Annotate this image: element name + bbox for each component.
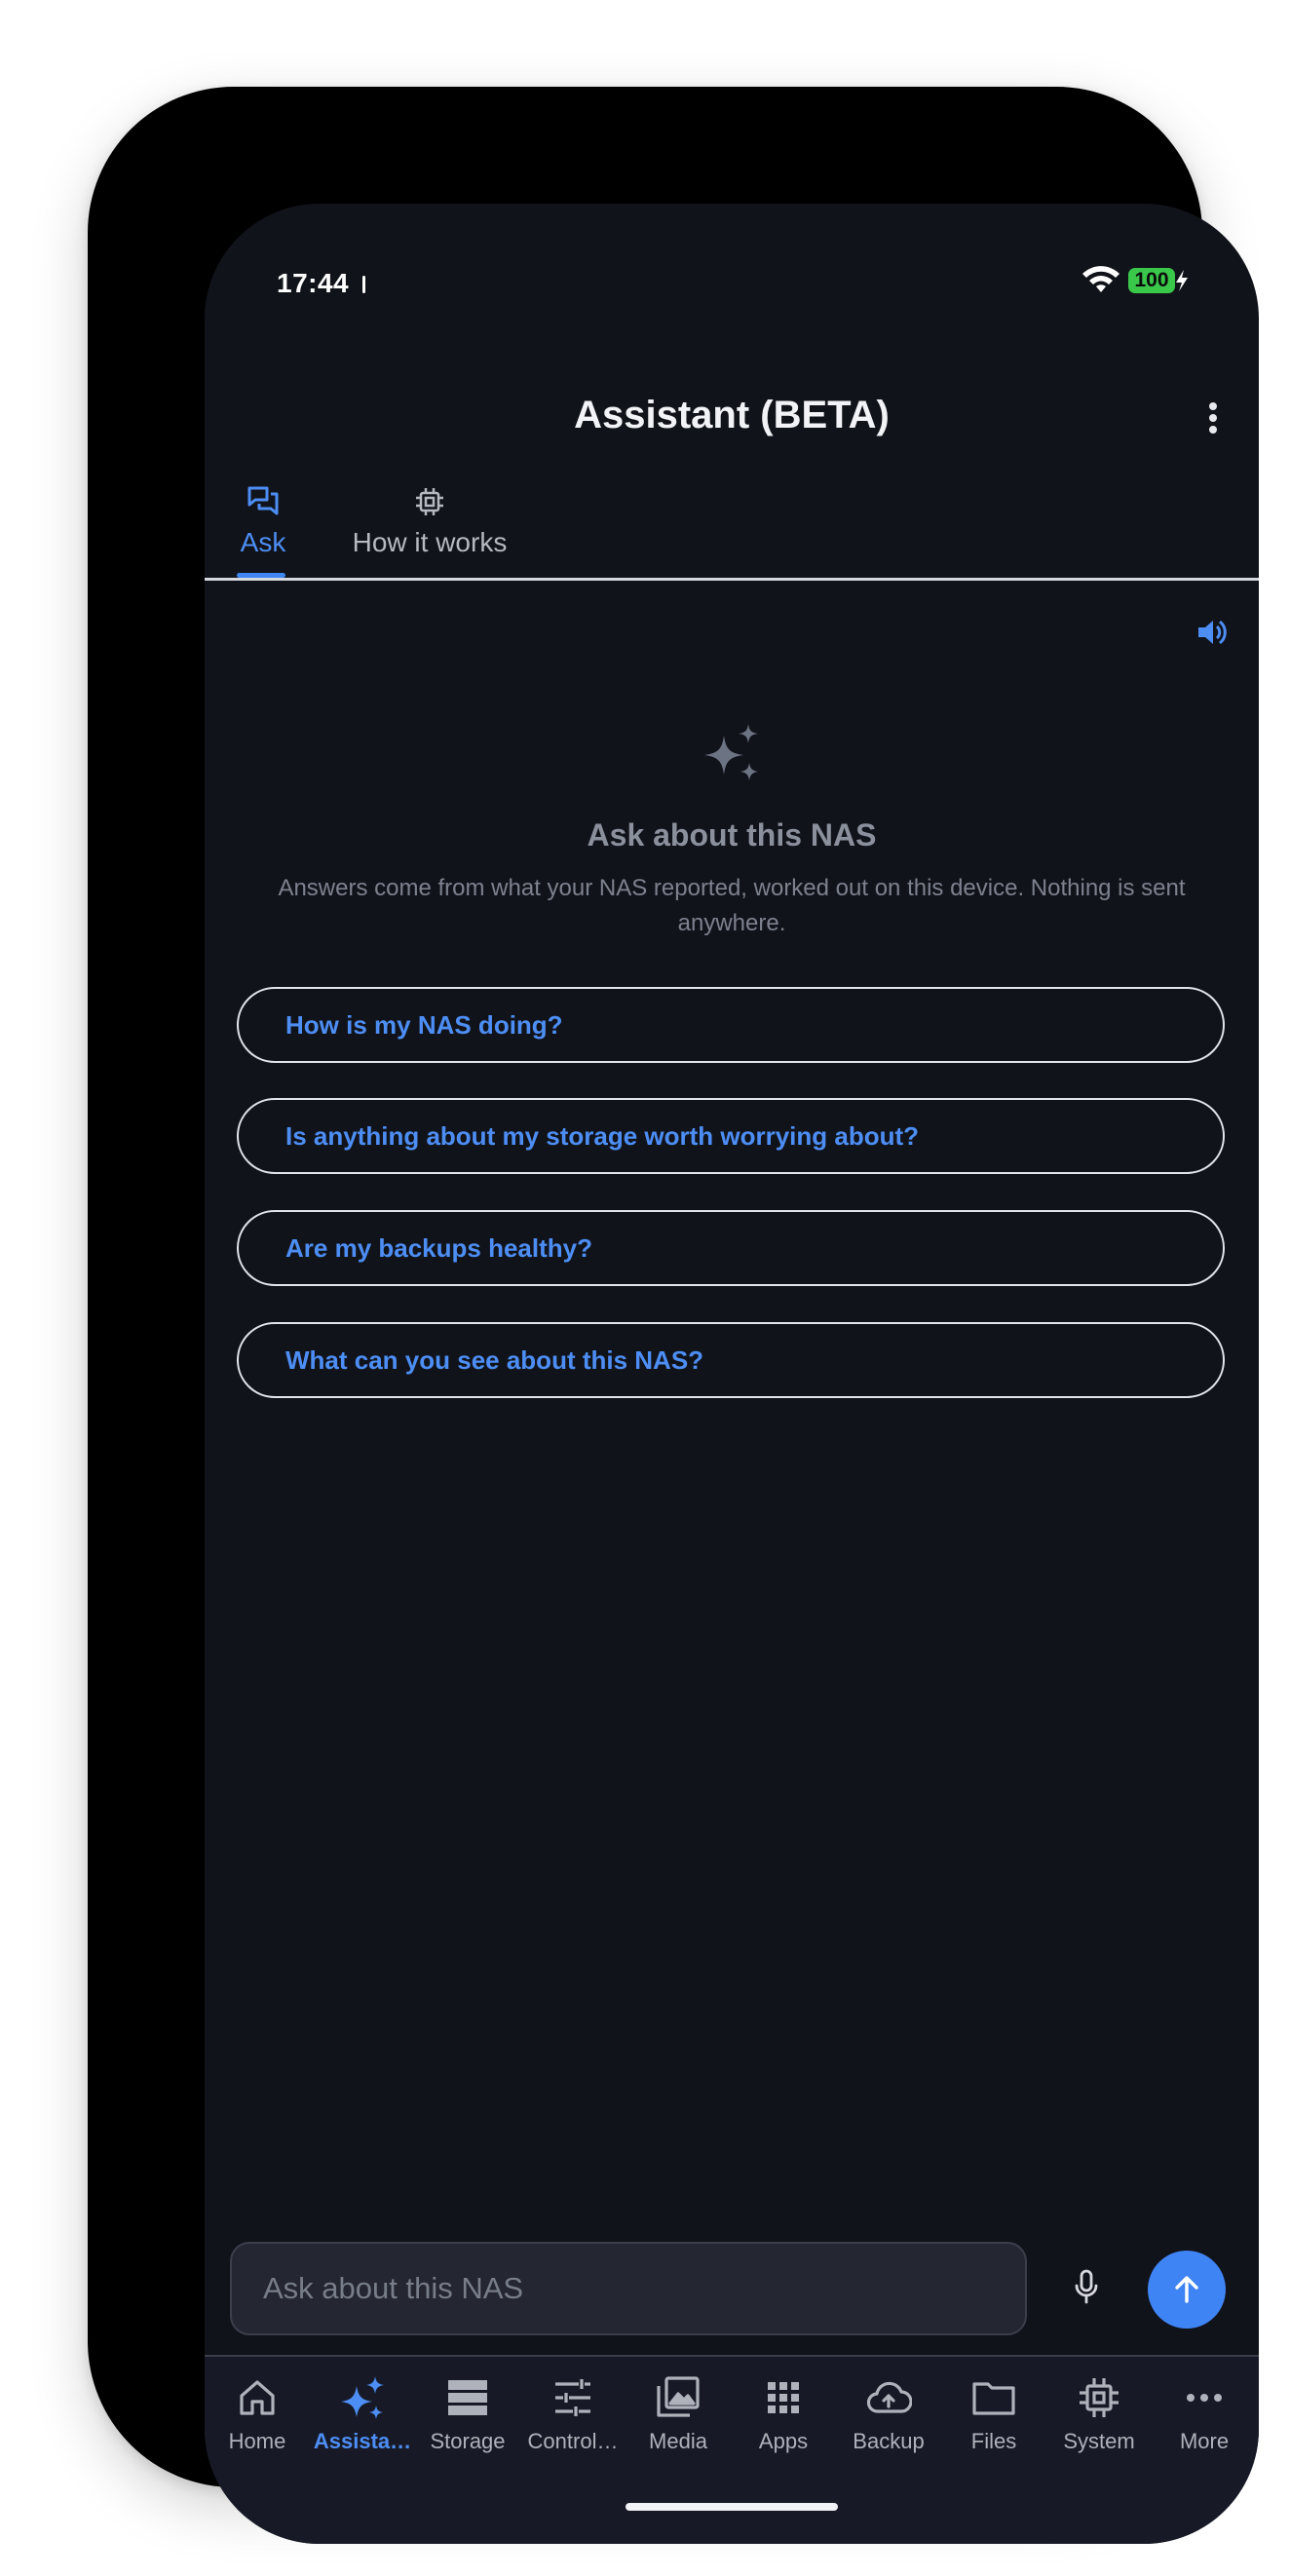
nav-label: Media: [649, 2429, 707, 2453]
sliders-icon: [555, 2379, 590, 2416]
chat-bubbles-icon: [247, 486, 279, 515]
home-indicator[interactable]: [626, 2503, 838, 2511]
nav-item-apps[interactable]: Apps: [731, 2374, 836, 2454]
speaker-icon[interactable]: [1195, 615, 1230, 650]
chip-icon: [416, 488, 443, 515]
voice-input-button[interactable]: [1062, 2263, 1111, 2312]
mic-in-use-indicator: [362, 276, 365, 293]
chip-icon: [1080, 2378, 1119, 2417]
home-icon: [240, 2380, 275, 2415]
page-title: Assistant (BETA): [574, 394, 890, 436]
charging-bolt-icon: [1176, 270, 1188, 291]
send-button[interactable]: [1148, 2251, 1226, 2329]
nav-item-assistant[interactable]: Assista…: [310, 2374, 415, 2454]
nav-label: Storage: [430, 2429, 506, 2453]
nav-label: Apps: [758, 2429, 809, 2453]
apps-grid-icon: [768, 2382, 799, 2413]
status-bar: 17:44 100: [205, 204, 1259, 340]
status-time: 17:44: [277, 268, 350, 298]
tab-how-it-works[interactable]: How it works: [341, 484, 518, 558]
nav-item-storage[interactable]: Storage: [415, 2374, 520, 2454]
tab-label: Ask: [240, 527, 286, 557]
more-dots-icon: [1187, 2394, 1222, 2402]
microphone-icon: [1075, 2269, 1098, 2304]
nav-item-control[interactable]: Control…: [520, 2374, 626, 2454]
sparkle-icon: [704, 724, 758, 780]
more-vert-icon: [1209, 402, 1217, 410]
phone-frame: 17:44 100 Assistant (BETA) Ask How it wo…: [88, 87, 1259, 2544]
nav-label: System: [1063, 2429, 1135, 2453]
photo-library-icon: [657, 2376, 700, 2417]
nav-item-backup[interactable]: Backup: [836, 2374, 941, 2454]
tab-divider: [205, 578, 1259, 581]
app-screen: 17:44 100 Assistant (BETA) Ask How it wo…: [205, 204, 1259, 2544]
sparkle-icon: [341, 2376, 384, 2419]
nav-label: More: [1179, 2429, 1230, 2453]
nav-label: Backup: [853, 2429, 925, 2453]
arrow-up-icon: [1175, 2276, 1198, 2303]
nav-item-files[interactable]: Files: [941, 2374, 1046, 2454]
suggestion-chip[interactable]: How is my NAS doing?: [237, 987, 1225, 1063]
suggestion-chip[interactable]: Are my backups healthy?: [237, 1210, 1225, 1286]
suggestion-chip[interactable]: Is anything about my storage worth worry…: [237, 1098, 1225, 1174]
cloud-upload-icon: [866, 2381, 912, 2413]
nav-label: Assista…: [313, 2429, 412, 2453]
nav-label: Files: [970, 2429, 1017, 2453]
ask-input-container: [230, 2242, 1027, 2335]
suggestion-chip[interactable]: What can you see about this NAS?: [237, 1322, 1225, 1398]
bottom-navigation: Home Assista… Storage Control… Media App…: [205, 2355, 1259, 2544]
nav-item-media[interactable]: Media: [626, 2374, 731, 2454]
nav-item-more[interactable]: More: [1152, 2374, 1257, 2454]
ask-input[interactable]: [232, 2244, 1025, 2333]
nav-item-system[interactable]: System: [1046, 2374, 1152, 2454]
tab-label: How it works: [352, 527, 508, 557]
folder-icon: [972, 2382, 1015, 2415]
wifi-icon: [1082, 266, 1119, 292]
empty-state-subtitle: Answers come from what your NAS reported…: [278, 875, 1186, 936]
nav-label: Home: [228, 2429, 286, 2453]
nav-divider: [205, 2355, 1259, 2357]
nav-item-home[interactable]: Home: [205, 2374, 310, 2454]
nav-label: Control…: [527, 2429, 619, 2453]
tab-ask[interactable]: Ask: [234, 484, 292, 558]
storage-icon: [448, 2380, 487, 2415]
battery-level: 100: [1128, 268, 1175, 293]
overflow-menu-button[interactable]: [1198, 398, 1228, 437]
empty-state-title: Ask about this NAS: [587, 817, 877, 852]
